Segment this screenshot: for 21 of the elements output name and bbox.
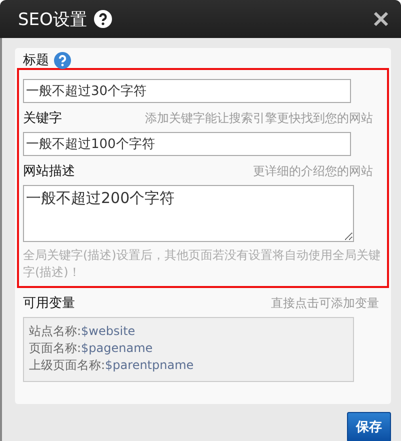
variable-label: 页面名称: xyxy=(29,341,82,355)
close-icon[interactable] xyxy=(373,11,389,27)
window-title: SEO设置 xyxy=(18,8,87,30)
help-icon[interactable] xyxy=(94,10,112,28)
description-textarea[interactable]: 一般不超过200个字符 xyxy=(23,185,354,242)
field-hint: 添加关键字能让搜索引擎更快找到您的网站 xyxy=(145,110,373,126)
section-label: 可用变量 xyxy=(23,295,75,312)
variable-label: 上级页面名称: xyxy=(29,358,106,372)
note-text: 全局关键字(描述)设置后，其他页面若没有设置将自动使用全局关键字(描述)！ xyxy=(23,247,382,281)
save-button[interactable]: 保存 xyxy=(347,412,391,441)
keywords-input[interactable]: 一般不超过100个字符 xyxy=(23,132,351,156)
variable-label: 站点名称: xyxy=(29,324,82,338)
field-label: 关键字 xyxy=(23,110,62,127)
title-input[interactable]: 一般不超过30个字符 xyxy=(23,79,351,103)
variable-link[interactable]: $pagename xyxy=(81,341,153,355)
variable-link[interactable]: $website xyxy=(81,324,136,338)
field-label: 网站描述 xyxy=(23,163,75,180)
field-hint: 更详细的介绍您的网站 xyxy=(253,162,373,180)
variable-link[interactable]: $parentpname xyxy=(105,358,194,372)
field-label: 标题 xyxy=(23,52,49,69)
section-hint: 直接点击可添加变量 xyxy=(271,294,379,312)
